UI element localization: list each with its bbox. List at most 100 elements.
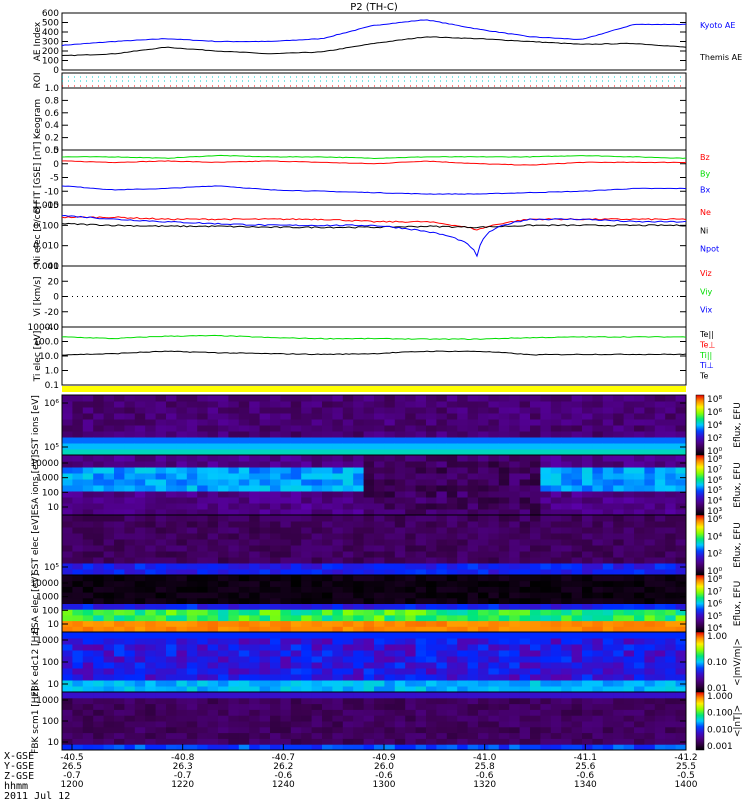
sst_i-cell bbox=[332, 395, 344, 402]
esa_i-cell bbox=[259, 485, 271, 492]
fbk_b-cell bbox=[311, 692, 323, 699]
sst_i-cell bbox=[207, 425, 219, 432]
sst_i-cell bbox=[582, 443, 593, 450]
esa_i-cell bbox=[467, 497, 479, 504]
sst_i-cell bbox=[124, 443, 136, 450]
sst_i-cell bbox=[488, 419, 500, 426]
sst_e-cell bbox=[467, 551, 479, 558]
esa_i-cell bbox=[405, 497, 417, 504]
esa_e-cell bbox=[519, 603, 531, 610]
fbk_e-cell bbox=[186, 662, 198, 669]
sst_e-cell bbox=[311, 557, 323, 564]
fbk_e-cell bbox=[186, 650, 198, 657]
esa_i-cell bbox=[478, 503, 489, 510]
esa_i-cell bbox=[155, 479, 167, 486]
fbk_b-cell bbox=[675, 709, 687, 716]
fbk_e-cell bbox=[114, 638, 125, 645]
esa_e-cell bbox=[446, 614, 458, 622]
sst_e-cell bbox=[207, 527, 219, 534]
fbk_e-cell bbox=[467, 644, 479, 651]
fbk_b-cell bbox=[280, 703, 292, 710]
esa_i-cell bbox=[103, 479, 115, 486]
esa_e-cell bbox=[613, 597, 625, 604]
fbk_e-cell bbox=[634, 644, 645, 651]
fbk_e-cell bbox=[218, 650, 229, 657]
fbk_b-cell bbox=[342, 732, 354, 739]
sst_e-cell bbox=[332, 515, 344, 522]
esa_i-cell bbox=[426, 473, 437, 480]
fbk_e-cell bbox=[405, 656, 417, 663]
esa_e-cell bbox=[623, 603, 635, 610]
fbk_b-cell bbox=[249, 721, 261, 728]
fbk_b-cell bbox=[176, 703, 188, 710]
sst_i-cell bbox=[374, 395, 385, 402]
fbk_b-cell bbox=[155, 709, 167, 716]
fbk_b-cell bbox=[301, 703, 313, 710]
esa_i-cell bbox=[561, 503, 573, 510]
esa_i-cell bbox=[124, 497, 136, 504]
sst_i-cell bbox=[592, 413, 604, 420]
sst_e-cell bbox=[62, 515, 73, 522]
fbk_e-cell bbox=[155, 638, 167, 645]
esa_e-cell bbox=[228, 614, 240, 622]
esa_e-cell bbox=[62, 580, 73, 587]
esa_e-cell bbox=[114, 614, 125, 622]
esa_e-cell bbox=[530, 586, 541, 593]
fbk_b-cell bbox=[634, 721, 645, 728]
fbk_e-cell bbox=[394, 668, 406, 675]
fbk_e-cell bbox=[478, 632, 489, 639]
fbk_b-cell bbox=[654, 732, 666, 739]
esa_i-cell bbox=[415, 467, 427, 474]
fbk_e-cell bbox=[509, 644, 521, 651]
esa_e-cell bbox=[426, 580, 437, 587]
esa_i-cell bbox=[446, 491, 458, 498]
sst_i-cell bbox=[228, 413, 240, 420]
sst_i-cell bbox=[519, 437, 531, 444]
sst_e-cell bbox=[72, 533, 84, 540]
esa_i-cell bbox=[530, 467, 541, 474]
b-ytick-label: 0 bbox=[53, 160, 59, 170]
esa_i-cell bbox=[446, 461, 458, 468]
fbk_e-cell bbox=[363, 674, 375, 681]
esa_i-cell bbox=[561, 485, 573, 492]
esa_i-cell bbox=[665, 485, 677, 492]
fbk_e-cell bbox=[592, 638, 604, 645]
esa_i-cell bbox=[197, 497, 209, 504]
esa_e-cell bbox=[290, 620, 302, 627]
sst_e-cell bbox=[405, 545, 417, 552]
sst_e-cell bbox=[62, 539, 73, 546]
sst_e-cell bbox=[301, 515, 313, 522]
fbk_e-cell bbox=[665, 638, 677, 645]
esa_i-cell bbox=[93, 455, 105, 462]
esa_i-cell bbox=[249, 467, 261, 474]
esa_e-cell bbox=[519, 620, 531, 627]
esa_i-cell bbox=[540, 485, 552, 492]
sst_i-cell bbox=[415, 443, 427, 450]
sst_e-cell bbox=[540, 563, 552, 570]
fbk_b-cell bbox=[384, 697, 396, 705]
fbk_e-cell bbox=[540, 668, 552, 675]
sst_e-cell bbox=[457, 557, 469, 564]
fbk_b-cell bbox=[540, 726, 552, 734]
fbk_e-cell bbox=[332, 674, 344, 681]
sst_e-cell bbox=[405, 551, 417, 558]
esa_e-cell bbox=[478, 609, 489, 616]
sst_i-cell bbox=[602, 437, 614, 444]
fbk_b-cell bbox=[124, 697, 136, 705]
fbk_e-cell bbox=[218, 680, 229, 687]
fbk_b-cell bbox=[540, 721, 552, 728]
esa_i-cell bbox=[654, 491, 666, 498]
sst_i-cell bbox=[613, 401, 625, 408]
fbk_e-cell bbox=[197, 638, 209, 645]
esa_e-cell bbox=[644, 580, 656, 587]
esa_i-cell bbox=[644, 485, 656, 492]
fbk_e-cell bbox=[394, 656, 406, 663]
sst_i-cell bbox=[540, 407, 552, 414]
fbk_b-cell bbox=[197, 721, 209, 728]
sst_e-cell bbox=[457, 563, 469, 570]
sst_i-cell bbox=[623, 401, 635, 408]
fbk_b-cell bbox=[405, 726, 417, 734]
sst_e-cell bbox=[176, 563, 188, 570]
esa_i-cell bbox=[634, 479, 645, 486]
sst_e-cell bbox=[238, 533, 250, 540]
